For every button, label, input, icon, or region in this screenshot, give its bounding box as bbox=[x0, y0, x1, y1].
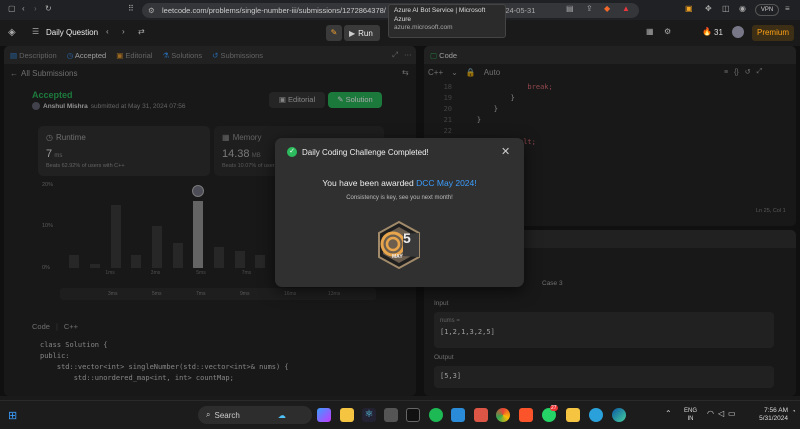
grid-icon[interactable]: ⠿ bbox=[128, 4, 134, 13]
sidebar-icon[interactable]: ▢ bbox=[8, 4, 16, 13]
check-circle-icon: ✓ bbox=[287, 147, 297, 157]
award-badge-link[interactable]: DCC May 2024! bbox=[416, 178, 476, 188]
problem-list-link[interactable]: Daily Question bbox=[46, 28, 98, 37]
award-prefix: You have been awarded bbox=[322, 178, 414, 188]
forward-icon[interactable]: › bbox=[34, 4, 37, 13]
copilot-icon[interactable] bbox=[317, 408, 331, 422]
layout-icon[interactable]: ▦ bbox=[646, 27, 654, 36]
badge-month: MAY bbox=[392, 254, 403, 260]
clock[interactable]: 7:56 AM 5/31/2024 bbox=[748, 407, 788, 423]
chrome-icon[interactable] bbox=[496, 408, 510, 422]
volume-icon[interactable]: ◁ bbox=[718, 409, 724, 418]
notification-icon[interactable]: ◔ bbox=[792, 409, 796, 415]
vpn-button[interactable]: VPN bbox=[755, 4, 779, 16]
spotify-icon[interactable] bbox=[429, 408, 443, 422]
next-problem-icon[interactable]: › bbox=[122, 27, 125, 36]
folder-icon[interactable] bbox=[566, 408, 580, 422]
vscode-icon[interactable] bbox=[451, 408, 465, 422]
modal-subtitle: Consistency is key, see you next month! bbox=[346, 195, 453, 201]
media-player-icon[interactable] bbox=[474, 408, 488, 422]
tooltip-title: Azure AI Bot Service | Microsoft bbox=[394, 7, 486, 14]
modal-title: Daily Coding Challenge Completed! bbox=[302, 147, 429, 157]
react-icon[interactable]: ⚛ bbox=[362, 408, 376, 422]
avatar[interactable] bbox=[732, 26, 744, 38]
extensions-icon[interactable]: ✥ bbox=[705, 4, 712, 13]
reload-icon[interactable]: ↻ bbox=[45, 4, 52, 13]
close-icon[interactable]: ✕ bbox=[501, 145, 510, 158]
language-indicator[interactable]: ENG IN bbox=[684, 407, 697, 423]
share-icon[interactable]: ⇪ bbox=[586, 4, 593, 13]
site-info-icon[interactable]: ⚙ bbox=[148, 3, 155, 18]
tooltip-title2: Azure bbox=[394, 15, 411, 23]
menu-icon[interactable]: ≡ bbox=[785, 4, 790, 13]
play-icon: ▶ bbox=[349, 28, 356, 38]
debug-button[interactable]: ✎ bbox=[326, 25, 342, 41]
brave-rewards-icon[interactable]: ▲ bbox=[622, 4, 630, 13]
search-icon: ⌕ bbox=[206, 410, 211, 419]
leetcode-logo-icon[interactable]: ◈ bbox=[8, 27, 16, 38]
settings-icon[interactable]: ⚙ bbox=[664, 27, 671, 36]
windows-start-icon[interactable]: ⊞ bbox=[8, 409, 17, 422]
edge-icon[interactable] bbox=[612, 408, 626, 422]
badge-number: 5 bbox=[403, 230, 411, 246]
profile-icon[interactable]: ◉ bbox=[739, 4, 746, 13]
reader-icon[interactable]: ▤ bbox=[566, 4, 574, 13]
tooltip-domain: azure.microsoft.com bbox=[394, 24, 453, 31]
chevron-up-icon[interactable]: ⌃ bbox=[665, 409, 672, 418]
link-tooltip: Azure AI Bot Service | Microsoft Azure a… bbox=[388, 4, 506, 38]
whatsapp-badge: 27 bbox=[550, 405, 558, 411]
file-explorer-icon[interactable] bbox=[340, 408, 354, 422]
windows-taskbar: ⊞ ⌕ Search ☁ ⚛ 27 ⌃ ENG IN ◠ ◁ ▭ 7:56 AM… bbox=[0, 400, 800, 429]
problem-list-icon[interactable]: ☰ bbox=[32, 27, 39, 36]
brave-wallet-icon[interactable]: ▣ bbox=[685, 4, 693, 13]
premium-button[interactable]: Premium bbox=[752, 25, 794, 41]
taskbar-search[interactable]: ⌕ Search ☁ bbox=[198, 406, 312, 424]
brave-icon[interactable] bbox=[519, 408, 533, 422]
url-text: leetcode.com/problems/single-number-iii/… bbox=[162, 6, 386, 15]
weather-icon: ☁ bbox=[277, 410, 286, 420]
run-label: Run bbox=[358, 28, 373, 38]
brave-shield-icon[interactable]: ◆ bbox=[604, 4, 610, 13]
wifi-icon[interactable]: ◠ bbox=[707, 409, 714, 418]
fire-icon: 🔥 bbox=[702, 27, 712, 36]
search-placeholder: Search bbox=[214, 410, 240, 420]
shuffle-icon[interactable]: ⇄ bbox=[138, 27, 145, 36]
award-line: You have been awarded DCC May 2024! bbox=[275, 178, 524, 188]
battery-icon[interactable]: ▭ bbox=[728, 409, 736, 418]
may-badge-icon: 5 MAY bbox=[375, 220, 423, 270]
challenge-modal: ✓ Daily Coding Challenge Completed! ✕ Yo… bbox=[275, 138, 524, 287]
telegram-icon[interactable] bbox=[589, 408, 603, 422]
run-button[interactable]: ▶ Run bbox=[344, 25, 380, 41]
settings-app-icon[interactable] bbox=[384, 408, 398, 422]
prev-problem-icon[interactable]: ‹ bbox=[106, 27, 109, 36]
streak-count[interactable]: 31 bbox=[714, 28, 723, 37]
sidebar-toggle-icon[interactable]: ◫ bbox=[722, 4, 730, 13]
back-icon[interactable]: ‹ bbox=[22, 4, 25, 13]
terminal-icon[interactable] bbox=[406, 408, 420, 422]
